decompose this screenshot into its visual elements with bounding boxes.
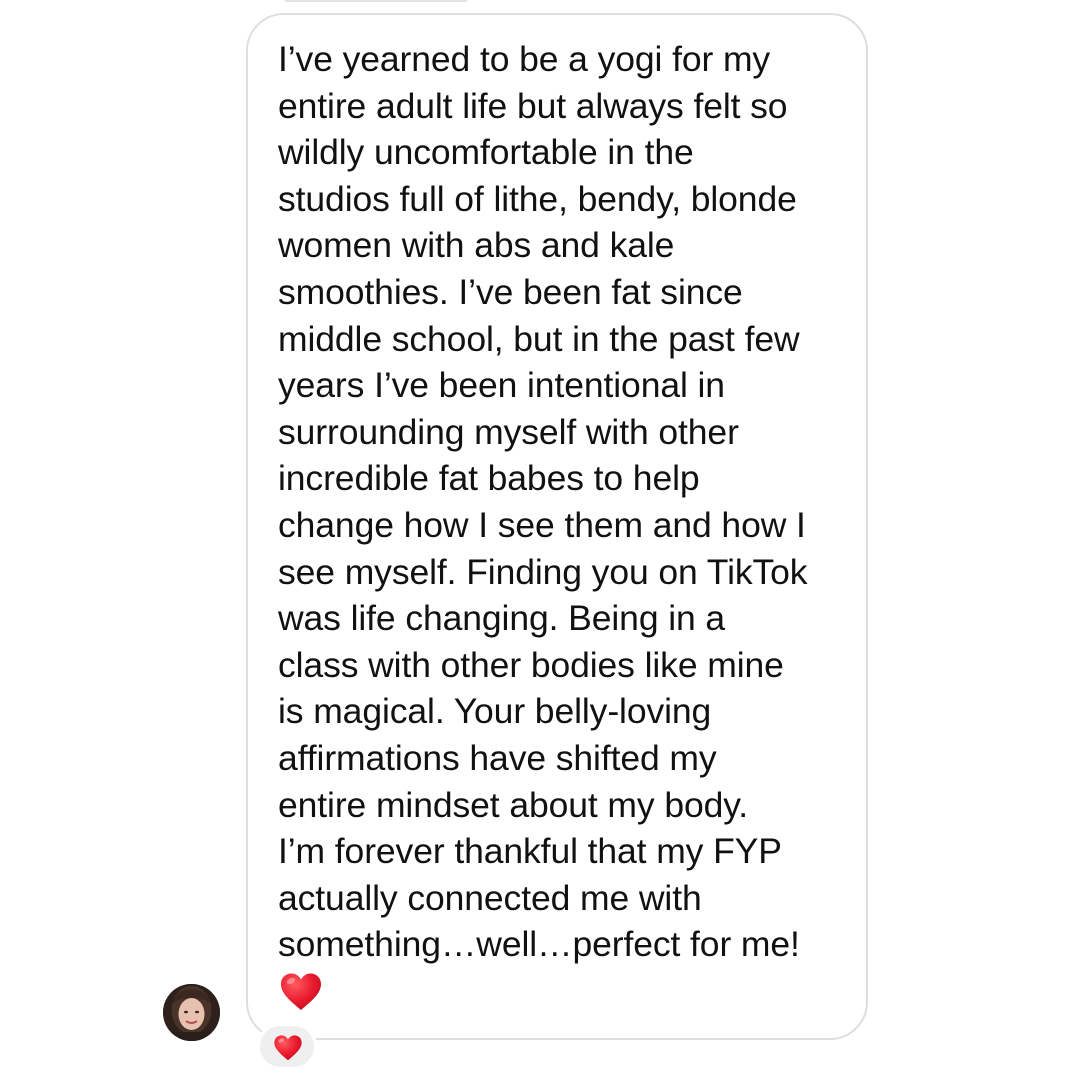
avatar[interactable] bbox=[163, 984, 220, 1041]
reaction-badge[interactable] bbox=[257, 1023, 317, 1070]
avatar-image bbox=[163, 984, 220, 1041]
red-heart-icon bbox=[281, 973, 321, 1010]
previous-message-edge bbox=[282, 0, 470, 2]
red-heart-icon bbox=[274, 1035, 302, 1061]
message-text: I’ve yearned to be a yogi for my entire … bbox=[278, 39, 808, 965]
